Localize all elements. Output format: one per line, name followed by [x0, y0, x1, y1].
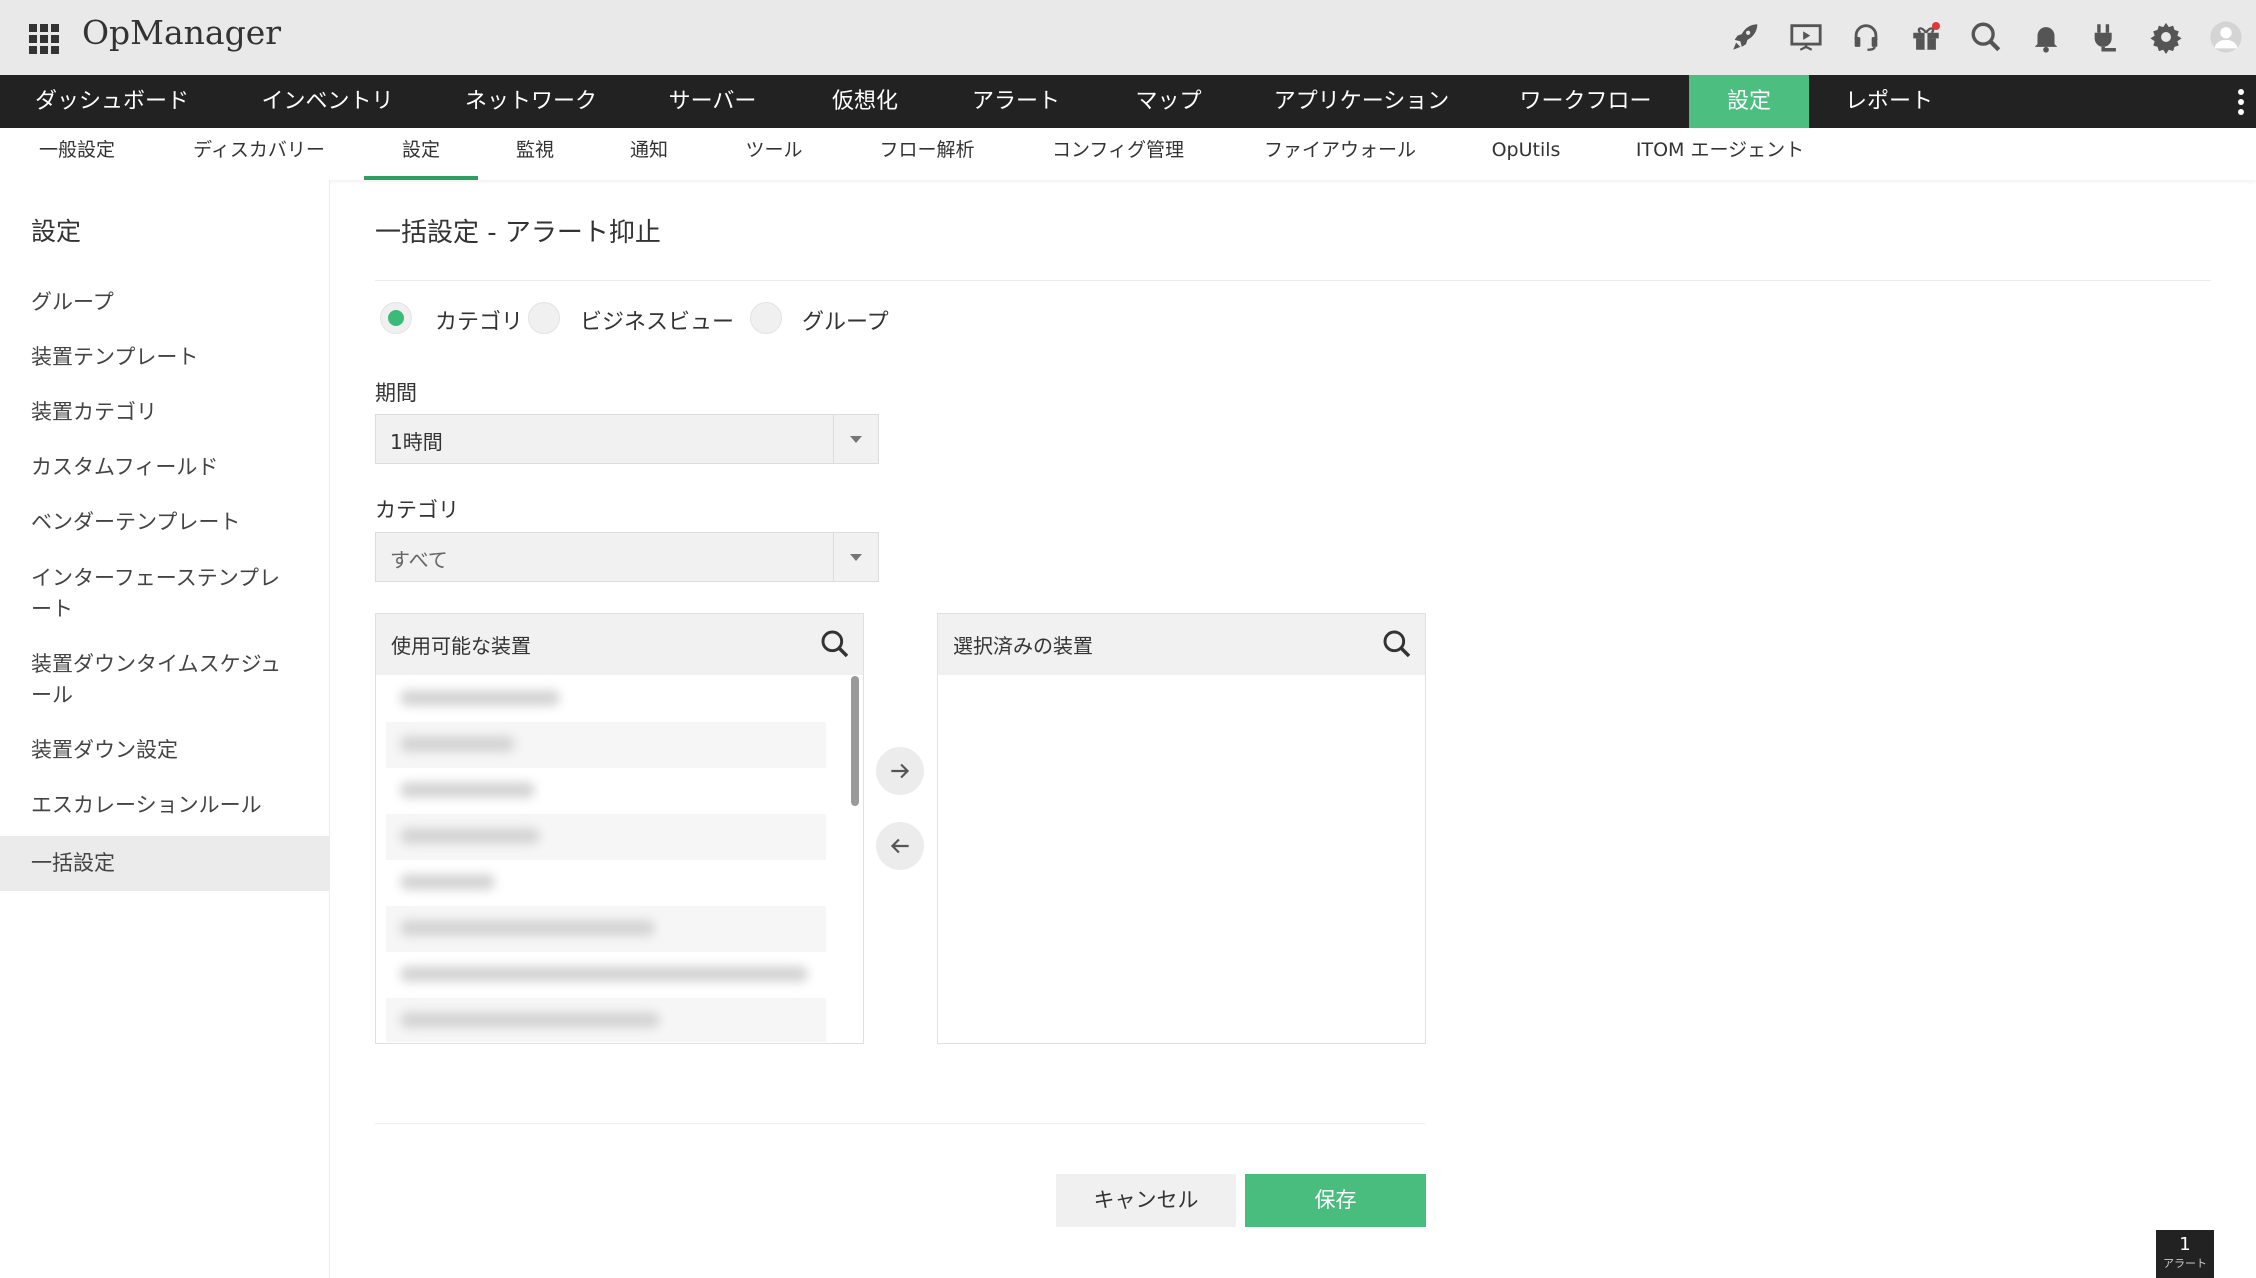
gift-icon[interactable]: [1896, 14, 1956, 60]
main-nav: ダッシュボード インベントリ ネットワーク サーバー 仮想化 アラート マップ …: [0, 75, 2256, 128]
more-menu-icon[interactable]: [2226, 75, 2256, 128]
radio-group[interactable]: [750, 302, 782, 334]
category-label: カテゴリ: [375, 498, 459, 522]
list-item[interactable]: [386, 952, 826, 998]
list-item[interactable]: [386, 906, 826, 952]
save-button[interactable]: 保存: [1245, 1174, 1426, 1227]
sidebar-item-device-templates[interactable]: 装置テンプレート: [0, 342, 330, 373]
plug-icon[interactable]: [2076, 14, 2136, 60]
search-icon[interactable]: [819, 628, 851, 660]
available-devices-header: 使用可能な装置: [376, 614, 863, 675]
nav-item-dashboard[interactable]: ダッシュボード: [0, 75, 224, 128]
cancel-button[interactable]: キャンセル: [1056, 1174, 1236, 1227]
nav-item-virtualization[interactable]: 仮想化: [794, 75, 936, 128]
top-header: OpManager: [0, 0, 2256, 75]
list-item[interactable]: [386, 676, 826, 722]
radio-checked-dot: [388, 310, 404, 326]
sidebar-item-vendor-templates[interactable]: ベンダーテンプレート: [0, 507, 330, 538]
nav-item-settings[interactable]: 設定: [1689, 75, 1809, 128]
sidebar-item-groups[interactable]: グループ: [0, 287, 330, 318]
page-title: 一括設定 - アラート抑止: [375, 218, 661, 248]
nav-item-maps[interactable]: マップ: [1096, 75, 1241, 128]
nav-item-network[interactable]: ネットワーク: [431, 75, 631, 128]
search-icon[interactable]: [1956, 14, 2016, 60]
nav-item-reports[interactable]: レポート: [1809, 75, 1969, 128]
sidebar-item-escalation-rules[interactable]: エスカレーションルール: [0, 790, 330, 821]
header-icon-bar: [1716, 14, 2256, 60]
scrollbar[interactable]: [851, 676, 859, 806]
nav-item-alerts[interactable]: アラート: [936, 75, 1096, 128]
sidebar-item-custom-fields[interactable]: カスタムフィールド: [0, 452, 330, 483]
sidebar-title: 設定: [31, 217, 82, 246]
tab-configuration[interactable]: 設定: [364, 128, 478, 180]
move-right-button[interactable]: [876, 747, 924, 795]
list-item[interactable]: [386, 814, 826, 860]
chevron-down-icon: [850, 554, 862, 561]
nav-item-workflow[interactable]: ワークフロー: [1482, 75, 1689, 128]
tab-monitoring[interactable]: 監視: [478, 128, 592, 180]
divider: [375, 1123, 1425, 1124]
available-devices-list: 使用可能な装置: [375, 613, 864, 1044]
radio-group-label: グループ: [802, 310, 889, 335]
rocket-icon[interactable]: [1716, 14, 1776, 60]
tab-tools[interactable]: ツール: [706, 128, 842, 180]
tab-notifications[interactable]: 通知: [592, 128, 706, 180]
tab-general-settings[interactable]: 一般設定: [0, 128, 154, 180]
period-select-value: 1時間: [390, 430, 443, 454]
sidebar-item-device-categories[interactable]: 装置カテゴリ: [0, 397, 330, 428]
available-devices-title: 使用可能な装置: [391, 634, 531, 658]
bell-icon[interactable]: [2016, 14, 2076, 60]
tab-discovery[interactable]: ディスカバリー: [154, 128, 364, 180]
main-content: 一括設定 - アラート抑止 カテゴリ ビジネスビュー グループ 期間 1時間 カ…: [330, 180, 2256, 1278]
list-item[interactable]: [386, 998, 826, 1042]
radio-business-view-label: ビジネスビュー: [580, 310, 735, 335]
arrow-left-icon: [890, 838, 909, 854]
tab-firewall[interactable]: ファイアウォール: [1224, 128, 1456, 180]
sidebar-item-downtime-schedules[interactable]: 装置ダウンタイムスケジュール: [0, 649, 330, 711]
category-select[interactable]: すべて: [375, 532, 879, 582]
alert-count-badge[interactable]: 1 アラート: [2156, 1230, 2214, 1278]
chevron-down-icon: [850, 436, 862, 443]
radio-business-view[interactable]: [528, 302, 560, 334]
tab-config-management[interactable]: コンフィグ管理: [1012, 128, 1224, 180]
alert-label: アラート: [2163, 1257, 2207, 1270]
radio-category[interactable]: [380, 302, 412, 334]
search-icon[interactable]: [1381, 628, 1413, 660]
move-left-button[interactable]: [876, 822, 924, 870]
apps-grid-icon[interactable]: [29, 24, 59, 54]
radio-category-label: カテゴリ: [435, 310, 524, 335]
nav-item-inventory[interactable]: インベントリ: [224, 75, 431, 128]
sidebar-item-interface-templates[interactable]: インターフェーステンプレート: [0, 563, 330, 625]
selected-devices-list: 選択済みの装置: [937, 613, 1426, 1044]
tab-itom-agent[interactable]: ITOM エージェント: [1596, 128, 1844, 180]
divider: [375, 280, 2211, 281]
category-select-value: すべて: [390, 548, 448, 572]
selected-devices-header: 選択済みの装置: [938, 614, 1425, 675]
sub-nav: 一般設定 ディスカバリー 設定 監視 通知 ツール フロー解析 コンフィグ管理 …: [0, 128, 2256, 180]
presentation-icon[interactable]: [1776, 14, 1836, 60]
arrow-right-icon: [891, 763, 910, 779]
list-item[interactable]: [386, 722, 826, 768]
sidebar-item-device-down-settings[interactable]: 装置ダウン設定: [0, 735, 330, 766]
nav-item-applications[interactable]: アプリケーション: [1241, 75, 1482, 128]
selected-devices-title: 選択済みの装置: [953, 634, 1093, 658]
nav-item-server[interactable]: サーバー: [631, 75, 794, 128]
list-item[interactable]: [386, 768, 826, 814]
sidebar-item-bulk-settings[interactable]: 一括設定: [0, 836, 330, 891]
notification-dot: [1932, 22, 1940, 30]
gear-icon[interactable]: [2136, 14, 2196, 60]
period-label: 期間: [375, 381, 417, 405]
list-item[interactable]: [386, 860, 826, 906]
settings-sidebar: 設定 グループ 装置テンプレート 装置カテゴリ カスタムフィールド ベンダーテン…: [0, 180, 330, 1278]
period-select[interactable]: 1時間: [375, 414, 879, 464]
tab-flow-analysis[interactable]: フロー解析: [842, 128, 1012, 180]
headset-icon[interactable]: [1836, 14, 1896, 60]
app-title: OpManager: [82, 13, 281, 52]
alert-count: 1: [2179, 1234, 2191, 1255]
user-avatar-icon[interactable]: [2196, 14, 2256, 60]
available-devices-rows: [386, 676, 826, 1042]
tab-oputils[interactable]: OpUtils: [1456, 128, 1596, 180]
